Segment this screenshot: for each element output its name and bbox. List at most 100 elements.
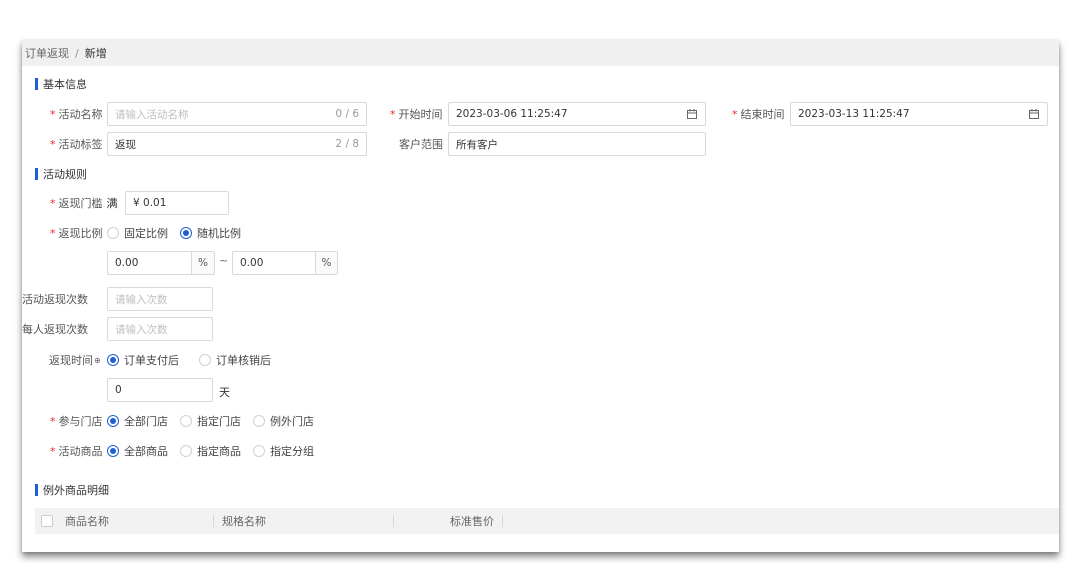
breadcrumb-parent[interactable]: 订单返现 bbox=[25, 45, 69, 61]
threshold-row: * 返现门槛 满 bbox=[50, 191, 118, 215]
info-icon[interactable]: ⊕ bbox=[94, 356, 101, 365]
start-time-label: * 开始时间 bbox=[390, 108, 443, 121]
activity-name-input[interactable]: 请输入活动名称 0 / 6 bbox=[107, 102, 367, 126]
activity-name-placeholder: 请输入活动名称 bbox=[115, 108, 189, 121]
col-standard-price: 标准售价 bbox=[385, 513, 525, 529]
radio-fixed-ratio[interactable]: 固定比例 bbox=[107, 225, 168, 241]
ratio-label: * 返现比例 bbox=[50, 227, 103, 240]
activity-tag-row: * 活动标签 bbox=[50, 132, 103, 156]
ratio-radio-group: 固定比例 随机比例 bbox=[107, 222, 253, 244]
form-page: 订单返现 / 新增 基本信息 * 活动名称 请输入活动名称 0 / 6 * 开始时间… bbox=[22, 40, 1059, 552]
section-title: 活动规则 bbox=[43, 168, 87, 181]
radio-all-goods[interactable]: 全部商品 bbox=[107, 443, 168, 459]
required-mark: * bbox=[50, 108, 56, 121]
activity-times-placeholder: 请输入次数 bbox=[115, 293, 168, 306]
activity-tag-value: 返现 bbox=[115, 138, 136, 151]
activity-tag-label: * 活动标签 bbox=[50, 138, 103, 151]
end-time-value: 2023-03-13 11:25:47 bbox=[798, 108, 910, 120]
section-exception-goods: 例外商品明细 bbox=[35, 482, 109, 498]
stores-radio-group: 全部门店 指定门店 例外门店 bbox=[107, 410, 326, 432]
radio-circle bbox=[180, 445, 192, 457]
ratio-min-unit: % bbox=[192, 251, 215, 275]
ratio-max-input[interactable]: 0.00 bbox=[232, 251, 316, 275]
radio-circle bbox=[199, 354, 211, 366]
section-accent-bar bbox=[35, 168, 38, 180]
goods-radio-group: 全部商品 指定商品 指定分组 bbox=[107, 440, 326, 462]
customer-scope-select[interactable]: 所有客户 bbox=[448, 132, 706, 156]
per-person-times-label: 每人返现次数 bbox=[22, 323, 88, 336]
radio-specified-stores[interactable]: 指定门店 bbox=[180, 413, 241, 429]
calendar-icon[interactable] bbox=[686, 108, 698, 120]
radio-circle bbox=[180, 415, 192, 427]
select-all-checkbox[interactable] bbox=[41, 515, 53, 527]
customer-scope-label: 客户范围 bbox=[399, 138, 443, 151]
radio-specified-group[interactable]: 指定分组 bbox=[253, 443, 314, 459]
customer-scope-value: 所有客户 bbox=[456, 138, 498, 151]
radio-after-verification[interactable]: 订单核销后 bbox=[199, 352, 271, 368]
stores-label: * 参与门店 bbox=[50, 415, 103, 428]
goods-row: * 活动商品 bbox=[50, 439, 103, 463]
radio-exception-stores[interactable]: 例外门店 bbox=[253, 413, 314, 429]
threshold-prefix: 满 bbox=[106, 197, 118, 210]
radio-all-stores[interactable]: 全部门店 bbox=[107, 413, 168, 429]
breadcrumb-current: 新增 bbox=[84, 47, 107, 60]
radio-circle bbox=[180, 227, 192, 239]
range-tilde: ~ bbox=[219, 254, 229, 267]
cashback-days-unit: 天 bbox=[219, 386, 230, 399]
ratio-row: * 返现比例 bbox=[50, 221, 103, 245]
col-goods-name: 商品名称 bbox=[65, 515, 109, 528]
breadcrumb: 订单返现 / 新增 bbox=[22, 40, 1059, 66]
section-title: 例外商品明细 bbox=[43, 484, 109, 497]
activity-tag-count: 2 / 8 bbox=[335, 138, 359, 150]
cashback-time-row: 返现时间 ⊕ bbox=[49, 348, 101, 372]
radio-circle bbox=[107, 227, 119, 239]
per-person-times-row: 每人返现次数 bbox=[22, 317, 88, 341]
ratio-max-unit: % bbox=[316, 251, 338, 275]
radio-random-ratio[interactable]: 随机比例 bbox=[180, 225, 241, 241]
exception-goods-table-header: 商品名称 规格名称 标准售价 bbox=[35, 508, 1059, 534]
ratio-max-value: 0.00 bbox=[240, 257, 264, 269]
activity-name-count: 0 / 6 bbox=[335, 108, 359, 120]
activity-name-row: * 活动名称 bbox=[50, 102, 103, 126]
end-time-row: * 结束时间 bbox=[732, 102, 785, 126]
radio-specified-goods[interactable]: 指定商品 bbox=[180, 443, 241, 459]
radio-circle bbox=[253, 445, 265, 457]
end-time-label: * 结束时间 bbox=[732, 108, 785, 121]
radio-circle bbox=[253, 415, 265, 427]
activity-tag-input[interactable]: 返现 2 / 8 bbox=[107, 132, 367, 156]
cashback-time-label: 返现时间 bbox=[49, 354, 93, 367]
start-time-row: * 开始时间 bbox=[390, 102, 443, 126]
radio-circle bbox=[107, 445, 119, 457]
col-spec-name: 规格名称 bbox=[205, 513, 385, 529]
goods-label: * 活动商品 bbox=[50, 445, 103, 458]
stores-row: * 参与门店 bbox=[50, 409, 103, 433]
radio-circle bbox=[107, 415, 119, 427]
ratio-min-value: 0.00 bbox=[115, 257, 139, 269]
threshold-label: * 返现门槛 bbox=[50, 197, 103, 210]
section-accent-bar bbox=[35, 484, 38, 496]
section-accent-bar bbox=[35, 78, 38, 90]
breadcrumb-separator: / bbox=[75, 46, 79, 60]
end-time-picker[interactable]: 2023-03-13 11:25:47 bbox=[790, 102, 1048, 126]
start-time-picker[interactable]: 2023-03-06 11:25:47 bbox=[448, 102, 706, 126]
section-title: 基本信息 bbox=[43, 78, 87, 91]
customer-scope-row: 客户范围 bbox=[399, 132, 443, 156]
section-basic-info: 基本信息 bbox=[35, 76, 87, 92]
threshold-input[interactable]: ¥ 0.01 bbox=[125, 191, 229, 215]
per-person-times-placeholder: 请输入次数 bbox=[115, 323, 168, 336]
activity-times-input[interactable]: 请输入次数 bbox=[107, 287, 213, 311]
cashback-days-input[interactable]: 0 bbox=[107, 378, 213, 402]
per-person-times-input[interactable]: 请输入次数 bbox=[107, 317, 213, 341]
radio-after-payment[interactable]: 订单支付后 bbox=[107, 352, 179, 368]
threshold-value: ¥ 0.01 bbox=[133, 197, 167, 209]
watermark: · bbox=[290, 199, 297, 211]
cashback-days-value: 0 bbox=[115, 384, 122, 396]
radio-circle bbox=[107, 354, 119, 366]
section-activity-rules: 活动规则 bbox=[35, 166, 87, 182]
calendar-icon[interactable] bbox=[1028, 108, 1040, 120]
activity-times-label: 活动返现次数 bbox=[22, 293, 88, 306]
cashback-time-radio-group: 订单支付后 订单核销后 bbox=[107, 349, 283, 371]
ratio-min-input[interactable]: 0.00 bbox=[107, 251, 192, 275]
activity-name-label: * 活动名称 bbox=[50, 108, 103, 121]
start-time-value: 2023-03-06 11:25:47 bbox=[456, 108, 568, 120]
